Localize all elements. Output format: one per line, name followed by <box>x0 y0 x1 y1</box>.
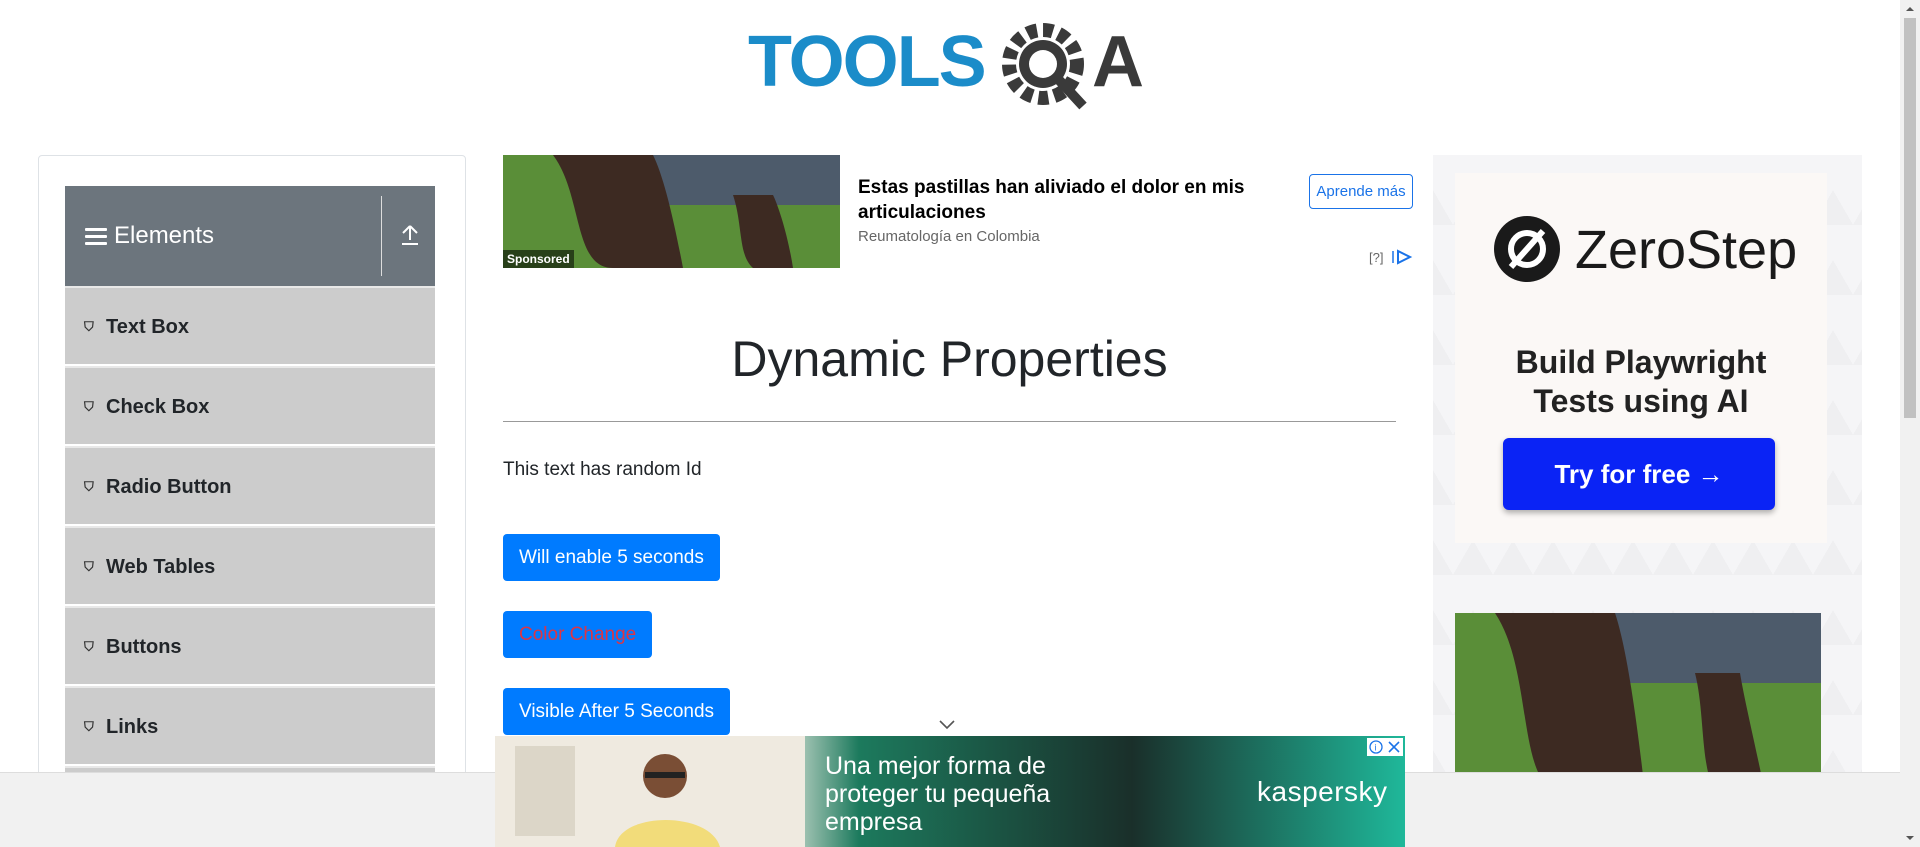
ad-close-icon[interactable]: i <box>1367 738 1403 756</box>
hamburger-icon <box>85 228 107 246</box>
zerostep-logo-icon <box>1494 216 1560 282</box>
color-change-button[interactable]: Color Change <box>503 611 653 658</box>
toolsqa-logo[interactable]: TOOLS A <box>748 18 1154 114</box>
title-divider <box>503 421 1396 422</box>
sidebar-item-label: Text Box <box>106 316 189 338</box>
svg-text:TOOLS: TOOLS <box>748 22 985 102</box>
right-ad-knee-photo[interactable] <box>1455 613 1821 775</box>
sidebar-item-check-box[interactable]: ⛉ Check Box <box>65 366 435 444</box>
chevron-down-icon[interactable] <box>938 719 956 731</box>
html5-icon: ⛉ <box>84 639 94 654</box>
sidebar-item-label: Web Tables <box>106 556 216 578</box>
random-id-text: This text has random Id <box>503 459 702 480</box>
ad-headline[interactable]: Estas pastillas han aliviado el dolor en… <box>858 175 1288 225</box>
try-for-free-button[interactable]: Try for free → <box>1503 438 1775 510</box>
html5-icon: ⛉ <box>84 719 94 734</box>
sidebar-item-web-tables[interactable]: ⛉ Web Tables <box>65 526 435 604</box>
top-ad-banner[interactable]: Sponsored Estas pastillas han aliviado e… <box>503 155 1413 268</box>
zerostep-tagline: Build Playwright Tests using AI <box>1455 343 1827 421</box>
html5-icon: ⛉ <box>84 399 94 414</box>
ad-source: Reumatología en Colombia <box>858 228 1040 245</box>
sidebar-item-label: Links <box>106 716 159 738</box>
scrollbar-thumb[interactable] <box>1904 18 1916 418</box>
upload-icon[interactable] <box>400 224 420 246</box>
sponsored-label: Sponsored <box>503 250 574 268</box>
html5-icon: ⛉ <box>84 319 94 334</box>
right-ad[interactable]: ZeroStep Build Playwright Tests using AI… <box>1433 155 1862 775</box>
visible-after-button[interactable]: Visible After 5 Seconds <box>503 688 731 735</box>
scroll-down-icon[interactable] <box>1904 832 1916 844</box>
kaspersky-brand: kaspersky <box>1257 776 1388 807</box>
zerostep-card: ZeroStep Build Playwright Tests using AI… <box>1455 173 1827 543</box>
ad-help-link[interactable]: [?] <box>1369 250 1383 265</box>
sidebar-item-links[interactable]: ⛉ Links <box>65 686 435 764</box>
header-divider <box>381 196 382 276</box>
bottom-ad-text: Una mejor forma de proteger tu pequeña e… <box>825 752 1051 836</box>
zerostep-tagline-line2: Tests using AI <box>1533 383 1749 419</box>
ad-knee-photo: Sponsored <box>503 155 840 268</box>
sidebar-item-text-box[interactable]: ⛉ Text Box <box>65 286 435 364</box>
zerostep-brand: ZeroStep <box>1575 220 1798 280</box>
page-title: Dynamic Properties <box>731 331 1168 387</box>
svg-text:A: A <box>1092 22 1144 102</box>
vertical-scrollbar[interactable] <box>1900 0 1920 847</box>
page: TOOLS A Elements ⛉ Text Box ⛉ Check Box … <box>0 0 1920 847</box>
html5-icon: ⛉ <box>84 479 94 494</box>
zerostep-tagline-line1: Build Playwright <box>1515 344 1767 380</box>
sidebar-item-label: Radio Button <box>106 476 232 498</box>
scroll-up-icon[interactable] <box>1904 3 1916 15</box>
ad-cta-button[interactable]: Aprende más <box>1309 174 1413 209</box>
sidebar-item-label: Check Box <box>106 396 210 418</box>
sidebar-item-buttons[interactable]: ⛉ Buttons <box>65 606 435 684</box>
svg-text:i: i <box>1375 743 1377 753</box>
sidebar-item-radio-button[interactable]: ⛉ Radio Button <box>65 446 435 524</box>
html5-icon: ⛉ <box>84 559 94 574</box>
elements-group-header[interactable]: Elements <box>65 186 435 286</box>
ad-person-image <box>495 736 805 847</box>
adchoices-icon[interactable] <box>1391 249 1413 265</box>
enable-after-button[interactable]: Will enable 5 seconds <box>503 534 720 581</box>
bottom-ad-banner[interactable]: Una mejor forma de proteger tu pequeña e… <box>495 736 1405 847</box>
sidebar-item-label: Buttons <box>106 636 182 658</box>
group-title: Elements <box>114 222 215 249</box>
